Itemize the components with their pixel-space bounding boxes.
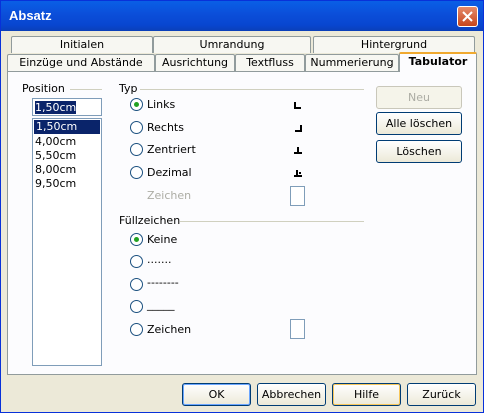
typ-zeichen-label: Zeichen <box>147 189 192 202</box>
typ-label: Typ <box>119 82 138 95</box>
loeschen-button[interactable]: Löschen <box>376 140 462 163</box>
tab-umrandung[interactable]: Umrandung <box>153 36 311 53</box>
tab-tabulator[interactable]: Tabulator <box>399 52 477 72</box>
abbrechen-button[interactable]: Abbrechen <box>257 383 326 406</box>
tab-ausrichtung[interactable]: Ausrichtung <box>155 54 235 71</box>
radio-links-label[interactable]: Links <box>147 98 175 111</box>
fill-label: Füllzeichen <box>119 214 181 227</box>
paragraph-dialog: Absatz Initialen Umrandung Hintergrund E… <box>0 0 484 413</box>
radio-fill-zeichen-label[interactable]: Zeichen <box>147 323 191 336</box>
list-item[interactable]: 8,00cm <box>33 163 101 177</box>
tab-nummerierung[interactable]: Nummerierung <box>305 54 399 71</box>
radio-dezimal-label[interactable]: Dezimal <box>147 166 192 179</box>
tab-textfluss[interactable]: Textfluss <box>235 54 305 71</box>
tab-panel: Position 1,50cm 1,50cm 4,00cm 5,50cm 8,0… <box>7 71 477 375</box>
window-title: Absatz <box>9 8 52 23</box>
tab-decimal-icon <box>294 170 302 177</box>
alle-loeschen-button[interactable]: Alle löschen <box>376 112 462 135</box>
tab-initialen[interactable]: Initialen <box>11 36 153 53</box>
list-item[interactable]: 5,50cm <box>33 149 101 163</box>
radio-rechts-label[interactable]: Rechts <box>147 121 184 134</box>
title-bar: Absatz <box>1 1 483 31</box>
position-input[interactable]: 1,50cm <box>32 98 102 116</box>
radio-fill-dots-label[interactable]: ....... <box>147 253 171 266</box>
tab-left-icon <box>294 102 301 109</box>
position-input-value: 1,50cm <box>35 101 77 114</box>
radio-fill-keine[interactable] <box>130 233 143 246</box>
radio-fill-dashes-label[interactable]: -------- <box>147 276 179 289</box>
radio-fill-underline-label[interactable]: _____ <box>147 298 175 311</box>
hilfe-button[interactable]: Hilfe <box>332 383 401 406</box>
radio-fill-underline[interactable] <box>130 300 143 313</box>
fill-zeichen-input[interactable] <box>290 319 305 339</box>
radio-fill-zeichen[interactable] <box>130 323 143 336</box>
ok-button[interactable]: OK <box>182 383 251 406</box>
tab-hintergrund[interactable]: Hintergrund <box>313 36 475 53</box>
radio-fill-dots[interactable] <box>130 255 143 268</box>
radio-fill-keine-label[interactable]: Keine <box>147 233 177 246</box>
tab-center-icon <box>294 147 302 154</box>
typ-zeichen-input[interactable] <box>290 186 305 206</box>
radio-fill-dashes[interactable] <box>130 278 143 291</box>
close-button[interactable] <box>457 6 478 27</box>
close-icon <box>462 11 473 22</box>
list-item[interactable]: 4,00cm <box>33 135 101 149</box>
position-label: Position <box>22 82 65 95</box>
radio-zentriert[interactable] <box>130 143 143 156</box>
radio-zentriert-label[interactable]: Zentriert <box>147 143 196 156</box>
list-item[interactable]: 1,50cm <box>34 120 100 134</box>
radio-rechts[interactable] <box>130 121 143 134</box>
list-item[interactable]: 9,50cm <box>33 177 101 191</box>
tab-right-icon <box>295 125 302 132</box>
position-list[interactable]: 1,50cm 4,00cm 5,50cm 8,00cm 9,50cm <box>32 118 102 366</box>
neu-button[interactable]: Neu <box>376 86 462 109</box>
zurueck-button[interactable]: Zurück <box>407 383 476 406</box>
radio-dezimal[interactable] <box>130 166 143 179</box>
tab-einzuege[interactable]: Einzüge und Abstände <box>7 54 155 71</box>
radio-links[interactable] <box>130 98 143 111</box>
